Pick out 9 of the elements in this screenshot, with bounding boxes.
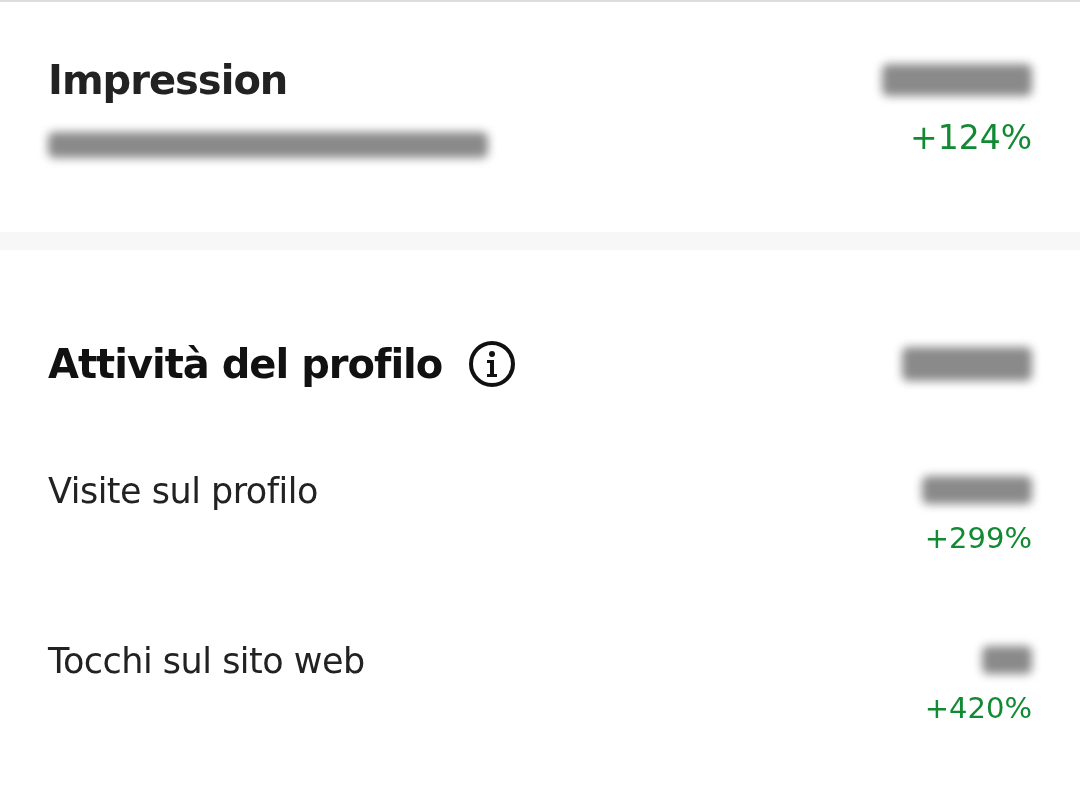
metric-label: Tocchi sul sito web	[48, 640, 365, 683]
change-value: +420%	[924, 690, 1032, 726]
blurred-text	[982, 646, 1032, 674]
section-title: Impression	[48, 56, 289, 105]
change-value: +124%	[910, 118, 1032, 158]
section-title: Attività del profilo	[48, 340, 443, 389]
info-icon[interactable]	[468, 340, 517, 388]
metric-label: Visite sul profilo	[48, 470, 318, 513]
change-value: +299%	[924, 520, 1032, 556]
